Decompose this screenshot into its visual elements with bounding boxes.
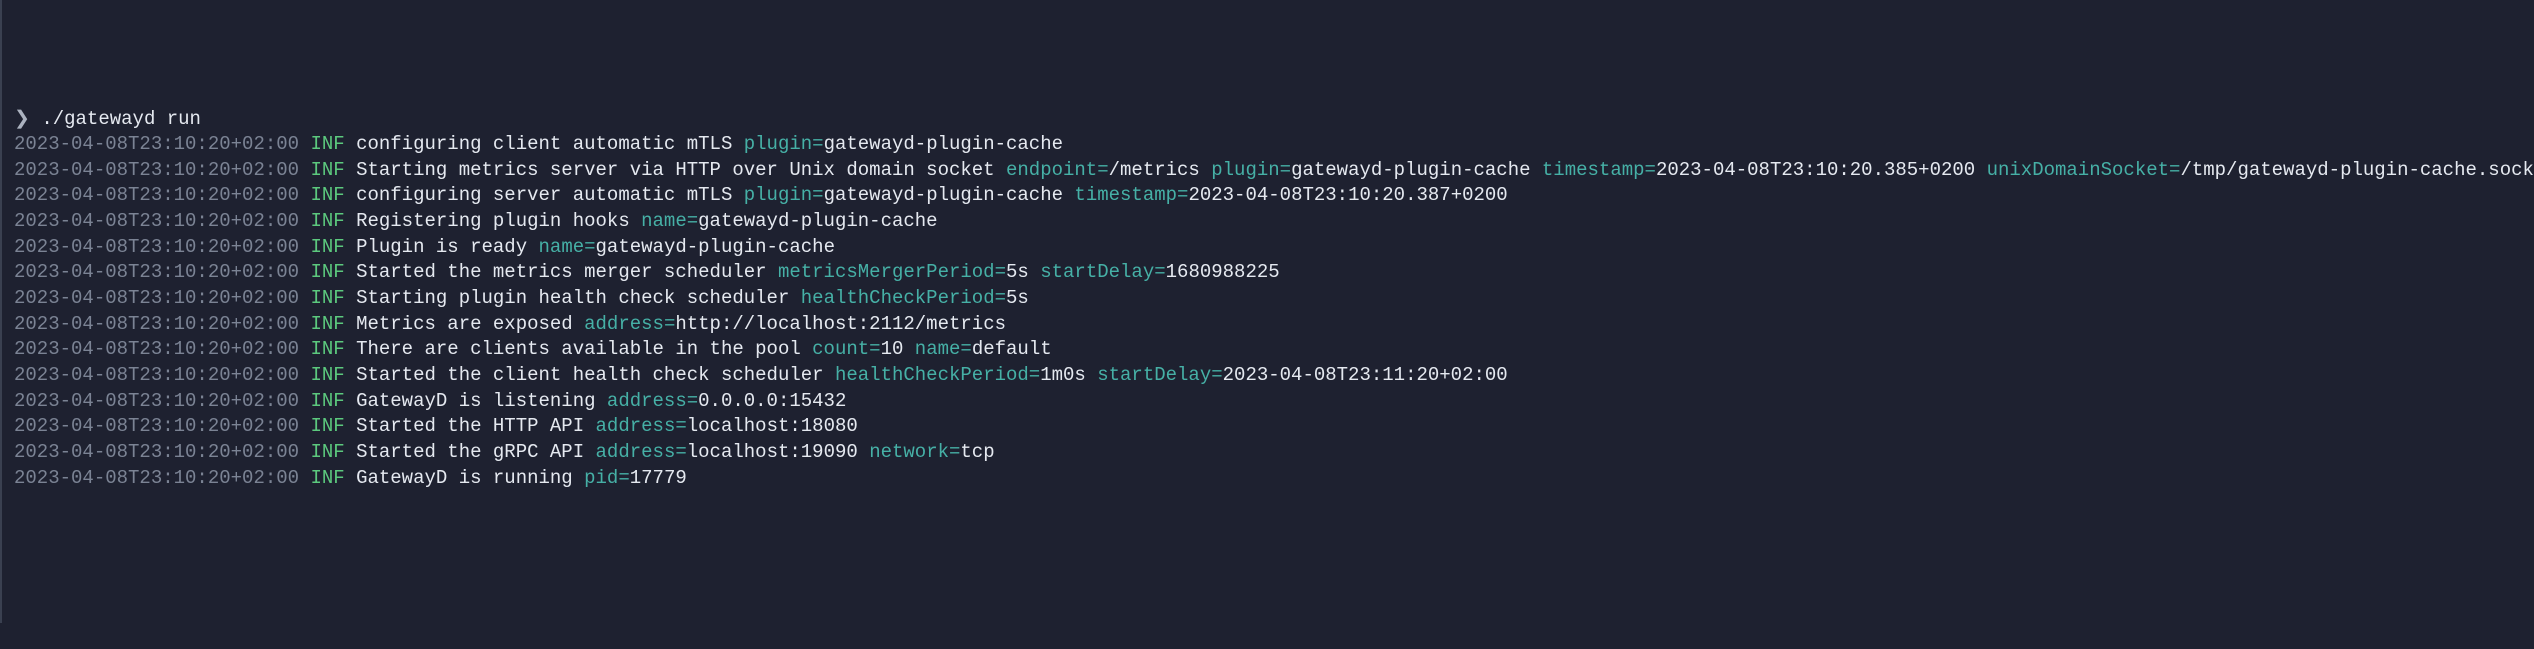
log-level: INF [310, 184, 344, 206]
log-val: 2023-04-08T23:11:20+02:00 [1223, 364, 1508, 386]
log-val: default [972, 338, 1052, 360]
log-val: 17779 [630, 467, 687, 489]
log-level: INF [310, 364, 344, 386]
log-timestamp: 2023-04-08T23:10:20+02:00 [14, 467, 299, 489]
log-level: INF [310, 236, 344, 258]
log-level: INF [310, 287, 344, 309]
log-timestamp: 2023-04-08T23:10:20+02:00 [14, 415, 299, 437]
log-key: healthCheckPeriod= [835, 364, 1040, 386]
log-message: GatewayD is running [356, 467, 584, 489]
log-timestamp: 2023-04-08T23:10:20+02:00 [14, 441, 299, 463]
log-timestamp: 2023-04-08T23:10:20+02:00 [14, 287, 299, 309]
log-val: /metrics [1109, 159, 1212, 181]
log-level: INF [310, 390, 344, 412]
log-key: name= [539, 236, 596, 258]
log-val: gatewayd-plugin-cache [824, 184, 1075, 206]
log-key: name= [915, 338, 972, 360]
log-message: Started the metrics merger scheduler [356, 261, 778, 283]
log-level: INF [310, 441, 344, 463]
log-key: startDelay= [1097, 364, 1222, 386]
log-level: INF [310, 338, 344, 360]
log-key: network= [869, 441, 960, 463]
log-val: 2023-04-08T23:10:20.385+0200 [1656, 159, 1987, 181]
log-timestamp: 2023-04-08T23:10:20+02:00 [14, 210, 299, 232]
log-level: INF [310, 415, 344, 437]
log-val: localhost:19090 [687, 441, 869, 463]
log-key: timestamp= [1074, 184, 1188, 206]
log-key: count= [812, 338, 880, 360]
log-message: There are clients available in the pool [356, 338, 812, 360]
log-val: gatewayd-plugin-cache [698, 210, 937, 232]
log-message: GatewayD is listening [356, 390, 607, 412]
log-val: http://localhost:2112/metrics [675, 313, 1006, 335]
log-key: startDelay= [1040, 261, 1165, 283]
log-message: Starting metrics server via HTTP over Un… [356, 159, 1006, 181]
log-val: 1680988225 [1166, 261, 1280, 283]
log-level: INF [310, 159, 344, 181]
log-key: pid= [584, 467, 630, 489]
log-val: tcp [960, 441, 994, 463]
shell-command: ./gatewayd run [41, 108, 201, 130]
log-key: timestamp= [1542, 159, 1656, 181]
log-level: INF [310, 467, 344, 489]
log-key: plugin= [744, 133, 824, 155]
log-key: plugin= [1211, 159, 1291, 181]
log-message: Started the HTTP API [356, 415, 595, 437]
log-key: address= [596, 441, 687, 463]
log-key: address= [596, 415, 687, 437]
log-timestamp: 2023-04-08T23:10:20+02:00 [14, 338, 299, 360]
log-timestamp: 2023-04-08T23:10:20+02:00 [14, 313, 299, 335]
log-key: endpoint= [1006, 159, 1109, 181]
log-message: Starting plugin health check scheduler [356, 287, 801, 309]
log-message: Started the client health check schedule… [356, 364, 835, 386]
log-val: 1m0s [1040, 364, 1097, 386]
log-message: Plugin is ready [356, 236, 538, 258]
log-val: /tmp/gatewayd-plugin-cache.sock [2180, 159, 2533, 181]
log-key: name= [641, 210, 698, 232]
shell-prompt: ❯ [14, 108, 30, 130]
log-key: metricsMergerPeriod= [778, 261, 1006, 283]
log-key: address= [607, 390, 698, 412]
log-val: localhost:18080 [687, 415, 858, 437]
log-key: plugin= [744, 184, 824, 206]
log-timestamp: 2023-04-08T23:10:20+02:00 [14, 133, 299, 155]
terminal-output[interactable]: ❯ ./gatewayd run 2023-04-08T23:10:20+02:… [14, 107, 2534, 492]
log-timestamp: 2023-04-08T23:10:20+02:00 [14, 261, 299, 283]
log-val: 10 [881, 338, 915, 360]
log-timestamp: 2023-04-08T23:10:20+02:00 [14, 184, 299, 206]
log-val: 5s [1006, 261, 1040, 283]
log-timestamp: 2023-04-08T23:10:20+02:00 [14, 236, 299, 258]
log-message: Metrics are exposed [356, 313, 584, 335]
log-timestamp: 2023-04-08T23:10:20+02:00 [14, 159, 299, 181]
log-val: 5s [1006, 287, 1029, 309]
log-message: Registering plugin hooks [356, 210, 641, 232]
log-level: INF [310, 210, 344, 232]
log-val: gatewayd-plugin-cache [1291, 159, 1542, 181]
log-val: 0.0.0.0:15432 [698, 390, 846, 412]
log-message: Started the gRPC API [356, 441, 595, 463]
log-message: configuring client automatic mTLS [356, 133, 744, 155]
log-val: gatewayd-plugin-cache [824, 133, 1063, 155]
log-key: unixDomainSocket= [1987, 159, 2181, 181]
log-val: gatewayd-plugin-cache [596, 236, 835, 258]
log-val: 2023-04-08T23:10:20.387+0200 [1188, 184, 1507, 206]
log-timestamp: 2023-04-08T23:10:20+02:00 [14, 364, 299, 386]
log-key: address= [584, 313, 675, 335]
log-level: INF [310, 261, 344, 283]
log-message: configuring server automatic mTLS [356, 184, 744, 206]
log-level: INF [310, 313, 344, 335]
log-timestamp: 2023-04-08T23:10:20+02:00 [14, 390, 299, 412]
log-level: INF [310, 133, 344, 155]
log-key: healthCheckPeriod= [801, 287, 1006, 309]
